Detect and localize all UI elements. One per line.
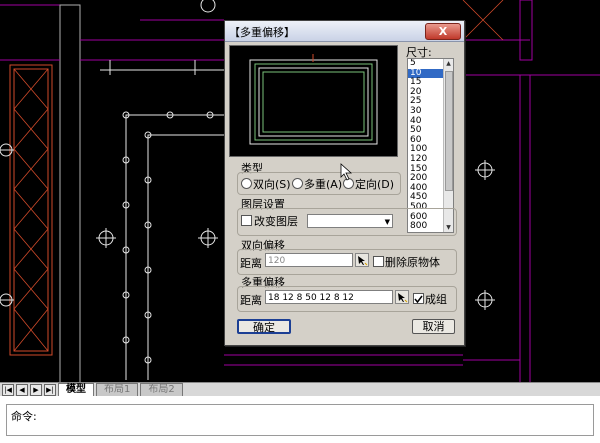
pick-cursor-icon — [398, 293, 408, 303]
tab-layout1[interactable]: 布局1 — [96, 383, 139, 396]
size-scrollbar[interactable]: ▲ ▼ — [443, 59, 453, 232]
pick-cursor-icon — [358, 256, 368, 266]
nav-next-button[interactable]: ▶ — [30, 384, 42, 396]
option-multiple: 多重(A) — [304, 178, 343, 191]
nav-last-button[interactable]: ▶| — [44, 384, 56, 396]
nav-first-button[interactable]: |◀ — [2, 384, 14, 396]
layout-tab-bar: |◀ ◀ ▶ ▶| 模型 布局1 布局2 — [0, 382, 600, 396]
bidirectional-distance-label: 距离 — [240, 257, 262, 270]
option-directional: 定向(D) — [355, 178, 395, 191]
dialog-titlebar[interactable]: 【多重偏移】 X — [225, 21, 464, 42]
delete-source-checkbox[interactable] — [373, 256, 384, 267]
command-area: 命令: — [0, 396, 600, 443]
multi-distance-label: 距离 — [240, 294, 262, 307]
multi-distance-input[interactable]: 18 12 8 50 12 8 12 — [265, 290, 393, 304]
command-line[interactable]: 命令: — [6, 404, 594, 436]
pick-multi-distance-button[interactable] — [395, 290, 409, 304]
scroll-up-icon[interactable]: ▲ — [444, 59, 453, 68]
pick-distance-button[interactable] — [355, 253, 369, 267]
chevron-down-icon: ▼ — [384, 218, 390, 226]
scroll-thumb[interactable] — [445, 71, 453, 191]
offset-preview — [229, 45, 398, 157]
nav-prev-button[interactable]: ◀ — [16, 384, 28, 396]
change-layer-label: 改变图层 — [254, 215, 298, 228]
bidirectional-distance-input[interactable]: 120 — [265, 253, 353, 267]
radio-multiple[interactable] — [292, 178, 303, 189]
ok-button[interactable]: 确定 — [237, 319, 291, 334]
dialog-title: 【多重偏移】 — [229, 26, 295, 39]
option-bidirectional: 双向(S) — [253, 178, 291, 191]
delete-source-label: 删除原物体 — [385, 256, 440, 269]
preview-drawing — [249, 54, 378, 145]
tab-model[interactable]: 模型 — [58, 383, 94, 396]
close-button[interactable]: X — [425, 23, 461, 40]
tab-layout2[interactable]: 布局2 — [140, 383, 183, 396]
group-checkbox[interactable] — [413, 293, 424, 304]
cancel-button[interactable]: 取消 — [412, 319, 455, 334]
radio-bidirectional[interactable] — [241, 178, 252, 189]
checkmark-icon — [414, 295, 423, 304]
size-list[interactable]: 5 10 15 20 25 30 40 50 60 100 120 150 200 400 450 500 60… — [407, 58, 454, 233]
command-prompt: 命令: — [11, 410, 37, 423]
mouse-cursor-icon — [340, 163, 353, 181]
change-layer-checkbox[interactable] — [241, 215, 252, 226]
group-label: 成组 — [425, 293, 447, 306]
multi-offset-dialog: 【多重偏移】 X 尺寸: 5 10 15 20 25 30 40 50 60 100 120 150 2… — [224, 20, 465, 346]
layer-select[interactable]: ▼ — [307, 214, 393, 228]
